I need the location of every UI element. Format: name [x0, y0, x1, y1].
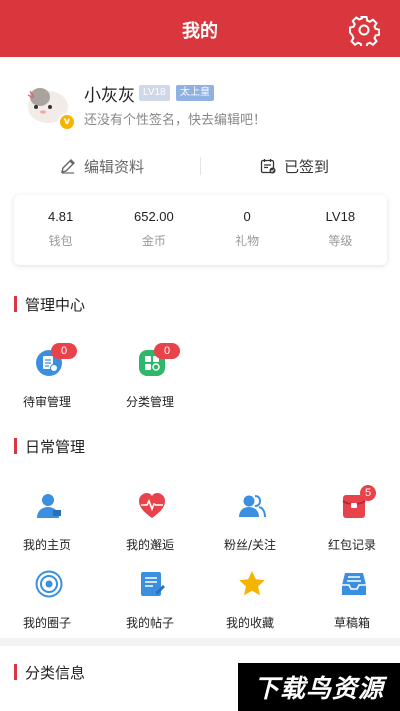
stat-wallet[interactable]: 4.81 钱包 — [14, 195, 107, 265]
count-badge: 0 — [154, 343, 180, 359]
section-accent-bar — [14, 664, 17, 680]
profile-section: v 小灰灰 LV18 太上皇 还没有个性签名，快去编辑吧！ — [0, 57, 400, 147]
stat-value: 0 — [243, 209, 251, 224]
post-edit-icon — [141, 572, 165, 596]
pencil-icon — [61, 159, 75, 174]
calendar-check-icon — [260, 159, 276, 174]
circle-target-icon — [35, 570, 63, 598]
section-header-category-info: 分类信息 — [14, 662, 85, 682]
grid-item-review[interactable]: 0 待审管理 — [7, 343, 87, 415]
grid-item-label: 我的圈子 — [22, 616, 71, 630]
grid-item-label: 我的收藏 — [225, 616, 274, 630]
user-home-icon — [37, 494, 61, 518]
edit-profile-label: 编辑资料 — [84, 157, 145, 176]
stat-gifts[interactable]: 0 礼物 — [201, 195, 294, 265]
stat-label: 等级 — [328, 234, 353, 248]
profile-actions: 编辑资料 已签到 — [0, 147, 400, 185]
section-title: 分类信息 — [25, 663, 86, 682]
section-separator — [0, 638, 400, 646]
username: 小灰灰 — [84, 86, 135, 106]
grid-item-label: 我的邂逅 — [125, 538, 174, 552]
count-badge: 5 — [360, 485, 376, 501]
grid-item-label: 草稿箱 — [333, 616, 370, 630]
stat-value: 652.00 — [133, 209, 174, 224]
title-tag: 太上皇 — [176, 85, 214, 101]
section-title: 管理中心 — [25, 295, 86, 314]
grid-item-my-posts[interactable]: 我的帖子 — [110, 570, 190, 636]
signed-in-button[interactable]: 已签到 — [260, 147, 329, 185]
stat-value: 4.81 — [47, 209, 74, 224]
verified-v-icon: v — [58, 113, 76, 131]
edit-profile-button[interactable]: 编辑资料 — [60, 147, 144, 185]
section-title: 日常管理 — [25, 437, 86, 456]
grid-item-label: 待审管理 — [22, 395, 71, 409]
grid-item-red-packet[interactable]: 5 红包记录 — [312, 485, 392, 558]
grid-item-fans-follow[interactable]: 粉丝/关注 — [210, 492, 290, 558]
section-accent-bar — [14, 296, 17, 312]
signature-text[interactable]: 还没有个性签名，快去编辑吧！ — [84, 109, 266, 128]
heartbeat-icon — [139, 493, 165, 518]
grid-item-label: 红包记录 — [327, 538, 376, 552]
grid-item-category-manage[interactable]: 0 分类管理 — [110, 343, 190, 415]
stat-label: 金币 — [141, 234, 166, 248]
star-icon — [239, 571, 265, 596]
stats-card: 4.81 钱包 652.00 金币 0 礼物 LV18 等级 — [14, 195, 387, 265]
signed-in-label: 已签到 — [284, 157, 330, 176]
grid-item-encounter[interactable]: 我的邂逅 — [110, 492, 190, 558]
stat-label: 礼物 — [235, 234, 260, 248]
stat-coins[interactable]: 652.00 金币 — [107, 195, 200, 265]
section-header-management: 管理中心 — [14, 294, 85, 314]
avatar[interactable]: v — [20, 77, 76, 133]
divider — [200, 157, 201, 175]
grid-item-label: 我的帖子 — [125, 616, 174, 630]
grid-item-my-circle[interactable]: 我的圈子 — [7, 570, 87, 636]
draft-box-icon — [342, 573, 366, 595]
grid-item-label: 分类管理 — [125, 395, 174, 409]
stat-value: LV18 — [325, 209, 356, 224]
grid-item-my-favorites[interactable]: 我的收藏 — [210, 570, 290, 636]
top-bar: 我的 — [0, 0, 400, 57]
gear-icon[interactable] — [348, 14, 380, 46]
watermark-logo: 下载鸟资源 — [238, 663, 400, 711]
level-tag: LV18 — [139, 85, 170, 101]
stat-label: 钱包 — [48, 234, 73, 248]
grid-item-label: 粉丝/关注 — [223, 538, 277, 552]
grid-item-my-home[interactable]: 我的主页 — [7, 492, 87, 558]
grid-item-drafts[interactable]: 草稿箱 — [312, 570, 392, 636]
fans-icon — [239, 495, 266, 518]
count-badge: 0 — [51, 343, 77, 359]
stat-level[interactable]: LV18 等级 — [294, 195, 387, 265]
page-title: 我的 — [182, 21, 218, 42]
section-header-daily: 日常管理 — [14, 436, 85, 456]
section-accent-bar — [14, 438, 17, 454]
grid-item-label: 我的主页 — [22, 538, 71, 552]
